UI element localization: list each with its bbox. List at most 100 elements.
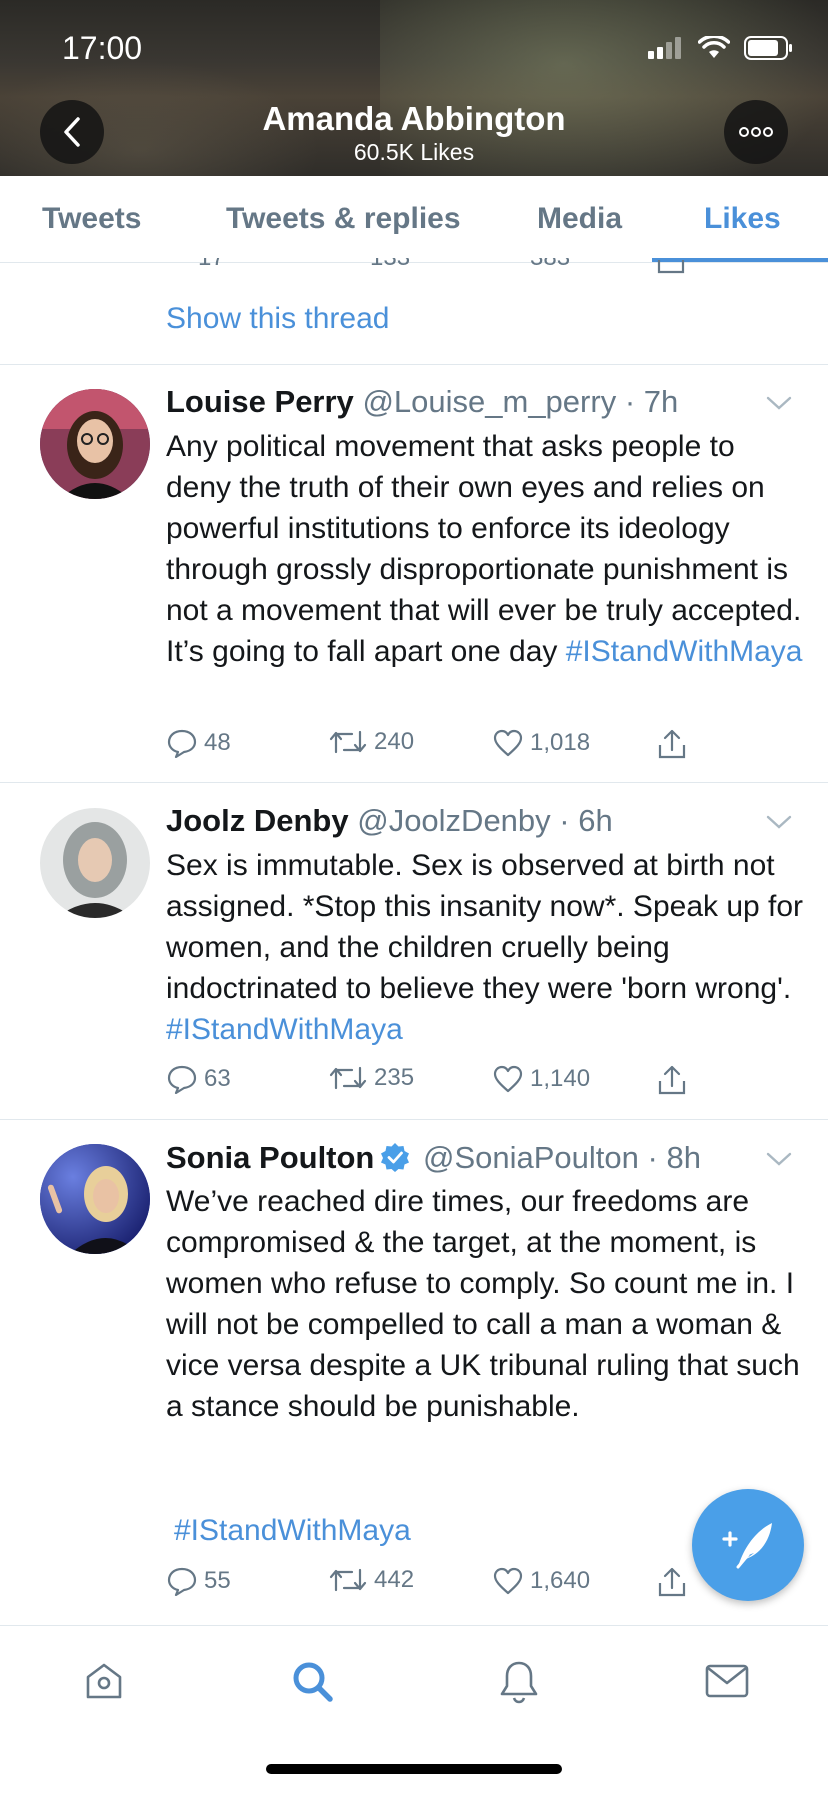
- battery-icon: [744, 36, 792, 60]
- compose-feather-icon: [722, 1523, 772, 1569]
- reply-button[interactable]: 48: [166, 728, 231, 758]
- reply-count: 48: [204, 729, 231, 756]
- tweet-actions: 55 442 1,640: [166, 1566, 706, 1606]
- tweet-time: · 7h: [624, 384, 679, 419]
- reply-count: 55: [204, 1567, 231, 1594]
- like-count: 1,140: [530, 1065, 591, 1092]
- chevron-down-icon[interactable]: [766, 814, 792, 830]
- home-icon: [86, 1663, 122, 1699]
- hashtag-link[interactable]: #IStandWithMaya: [174, 1514, 411, 1547]
- chevron-down-icon[interactable]: [766, 395, 792, 411]
- share-button[interactable]: [656, 728, 688, 760]
- search-icon: [293, 1662, 333, 1702]
- tweet-text-body: Any political movement that asks people …: [166, 430, 802, 668]
- more-button[interactable]: [724, 100, 788, 164]
- notifications-bell-icon: [500, 1661, 538, 1704]
- reply-count: 63: [204, 1065, 231, 1092]
- retweet-count: 240: [374, 728, 415, 755]
- reply-icon: [167, 1065, 197, 1094]
- status-icons: [648, 36, 794, 60]
- partial-tweet-actions: 17 133 383: [0, 258, 828, 276]
- retweet-button[interactable]: 240: [328, 728, 414, 756]
- author-name[interactable]: Joolz Denby: [166, 803, 349, 838]
- partial-retweet-count: 133: [370, 258, 410, 272]
- divider: [0, 364, 828, 365]
- compose-tweet-button[interactable]: [692, 1489, 804, 1601]
- tab-media[interactable]: Media: [537, 202, 622, 236]
- nav-search[interactable]: [287, 1656, 337, 1706]
- ellipsis-icon: [739, 127, 773, 137]
- avatar[interactable]: [40, 1144, 150, 1254]
- profile-name: Amanda Abbington: [262, 100, 566, 137]
- heart-icon: [493, 1065, 523, 1093]
- tab-tweets[interactable]: Tweets: [42, 202, 141, 236]
- retweet-count: 235: [374, 1064, 415, 1091]
- avatar[interactable]: [40, 808, 150, 918]
- like-button[interactable]: 1,640: [492, 1566, 590, 1596]
- tweet-text: We’ve reached dire times, our freedoms a…: [166, 1181, 806, 1427]
- reply-icon: [167, 729, 197, 758]
- tweet-actions: 48 240 1,018: [166, 728, 706, 768]
- cellular-signal-icon: [648, 37, 681, 59]
- retweet-icon: [329, 730, 367, 754]
- author-name[interactable]: Louise Perry: [166, 384, 354, 419]
- author-handle[interactable]: @JoolzDenby: [357, 803, 550, 838]
- profile-header: 17:00 Amanda Abbington 60.5K Likes: [0, 0, 828, 176]
- tweet-text: Any political movement that asks people …: [166, 426, 806, 672]
- author-handle[interactable]: @Louise_m_perry: [362, 384, 616, 419]
- like-count: 1,640: [530, 1567, 591, 1594]
- retweet-button[interactable]: 235: [328, 1064, 414, 1092]
- verified-badge-icon: [381, 1143, 410, 1172]
- share-button[interactable]: [656, 1566, 688, 1598]
- divider: [0, 1119, 828, 1120]
- partial-like-count: 383: [530, 258, 570, 272]
- profile-likes-count: 60.5K Likes: [353, 139, 475, 165]
- hashtag-link[interactable]: #IStandWithMaya: [566, 635, 803, 668]
- reply-button[interactable]: 55: [166, 1566, 231, 1596]
- heart-icon: [493, 1567, 523, 1595]
- reply-button[interactable]: 63: [166, 1064, 231, 1094]
- share-button[interactable]: [656, 1064, 688, 1096]
- tweet-actions: 63 235 1,140: [166, 1064, 706, 1104]
- tweet-text-body: Sex is immutable. Sex is observed at bir…: [166, 849, 804, 1005]
- like-button[interactable]: 1,140: [492, 1064, 590, 1094]
- chevron-down-icon[interactable]: [766, 1151, 792, 1167]
- hashtag-link[interactable]: #IStandWithMaya: [166, 1013, 403, 1046]
- avatar[interactable]: [40, 389, 150, 499]
- nav-messages[interactable]: [702, 1656, 752, 1706]
- author-handle[interactable]: @SoniaPoulton: [423, 1140, 639, 1175]
- avatar-portrait: [40, 808, 150, 918]
- retweet-count: 442: [374, 1566, 415, 1593]
- tab-likes[interactable]: Likes: [704, 202, 781, 236]
- like-count: 1,018: [530, 729, 591, 756]
- retweet-button[interactable]: 442: [328, 1566, 414, 1594]
- nav-notifications[interactable]: [494, 1656, 544, 1706]
- avatar-portrait: [40, 1144, 150, 1254]
- wifi-icon: [698, 36, 730, 58]
- reply-icon: [167, 1567, 197, 1596]
- profile-tabs: Tweets Tweets & replies Media Likes: [0, 176, 828, 263]
- tweet-text: Sex is immutable. Sex is observed at bir…: [166, 845, 806, 1050]
- share-icon: [658, 1567, 686, 1597]
- tweet-header: Louise Perry @Louise_m_perry · 7h: [166, 384, 678, 420]
- divider: [0, 782, 828, 783]
- home-indicator[interactable]: [266, 1764, 562, 1774]
- nav-home[interactable]: [79, 1656, 129, 1706]
- heart-icon: [493, 729, 523, 757]
- tweet-time: · 6h: [559, 803, 613, 838]
- share-icon: [658, 729, 686, 759]
- show-this-thread-link[interactable]: Show this thread: [166, 302, 389, 336]
- retweet-icon: [329, 1568, 367, 1592]
- tweet-text-body: We’ve reached dire times, our freedoms a…: [166, 1185, 800, 1423]
- author-name[interactable]: Sonia Poulton: [166, 1140, 374, 1175]
- tab-tweets-replies[interactable]: Tweets & replies: [226, 202, 461, 236]
- partial-reply-count: 17: [198, 258, 225, 272]
- tweet-time: · 8h: [647, 1140, 701, 1175]
- share-icon[interactable]: [656, 258, 686, 274]
- tweet-header: Joolz Denby @JoolzDenby · 6h: [166, 803, 613, 839]
- share-icon: [658, 1065, 686, 1095]
- retweet-icon: [329, 1066, 367, 1090]
- status-time: 17:00: [62, 30, 143, 66]
- like-button[interactable]: 1,018: [492, 728, 590, 758]
- messages-envelope-icon: [705, 1664, 749, 1698]
